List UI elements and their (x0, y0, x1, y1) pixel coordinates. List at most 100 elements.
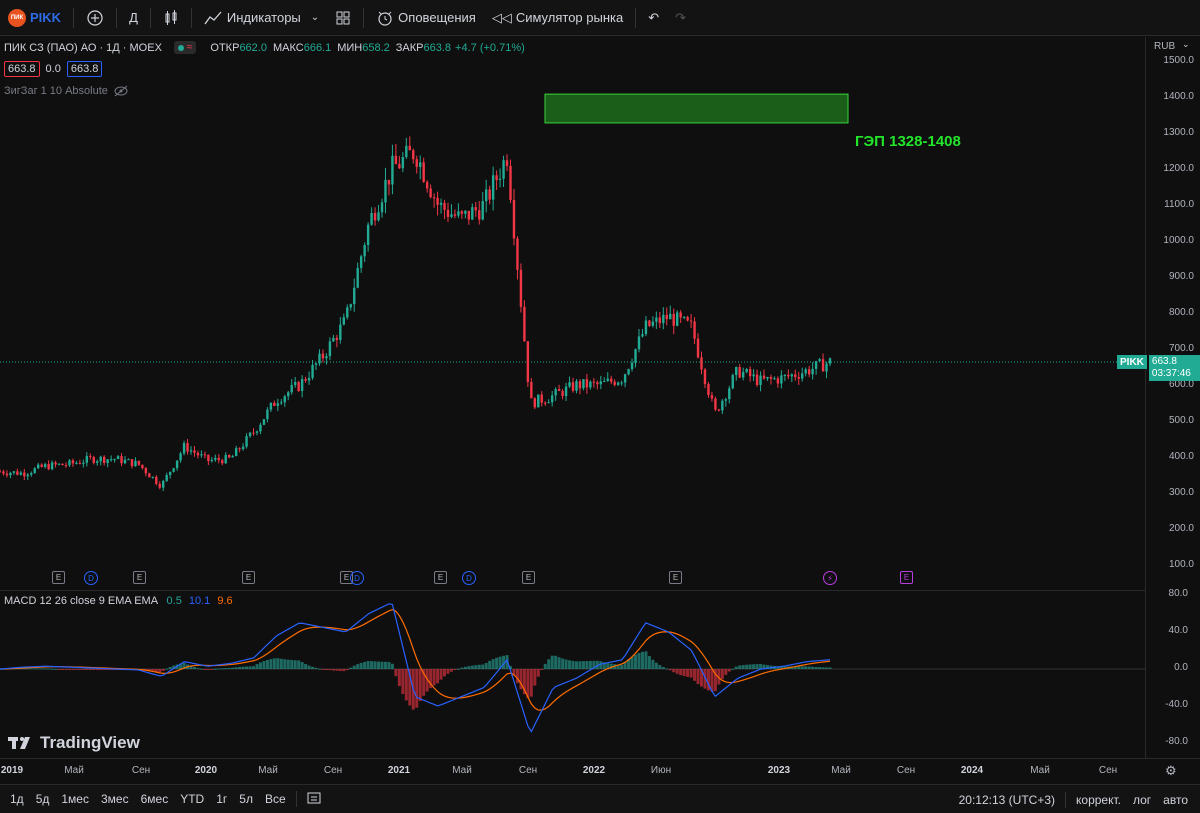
candle-body (214, 457, 217, 460)
macd-hist-bar (467, 666, 471, 669)
auto-toggle[interactable]: авто (1157, 793, 1194, 807)
macd-hist-bar (338, 669, 342, 671)
range-3m[interactable]: 3мес (95, 792, 135, 806)
range-ytd[interactable]: YTD (174, 792, 210, 806)
candle-body (658, 317, 662, 324)
top-toolbar: ПИК PIKK Д Индикаторы ⌄ Оповещения ◁◁ Си… (0, 0, 1200, 36)
candle-body (804, 369, 807, 374)
macd-hist-bar (88, 669, 92, 670)
candle-body (821, 359, 825, 372)
candle-body (759, 375, 762, 385)
candle-body (453, 214, 457, 216)
indicators-button[interactable]: Индикаторы ⌄ (196, 0, 327, 36)
candle-body (582, 379, 585, 389)
currency-label[interactable]: RUB (1154, 41, 1175, 52)
range-5y[interactable]: 5л (233, 792, 259, 806)
candle-body (707, 383, 710, 396)
clock-timezone[interactable]: 20:12:13 (UTC+3) (953, 793, 1061, 807)
macd-hist-bar (356, 664, 360, 669)
dividend-event[interactable]: D (84, 571, 98, 585)
candle-body (384, 179, 387, 203)
macd-hist-bar (390, 663, 394, 669)
buy-button[interactable]: 663.8 (66, 61, 103, 77)
macd-hist-bar (415, 669, 419, 708)
range-1y[interactable]: 1г (210, 792, 233, 806)
range-6m[interactable]: 6мес (135, 792, 175, 806)
indicator-legend[interactable]: ЗигЗаг 1 10 Absolute (4, 85, 128, 97)
time-axis[interactable]: 2019 Май Сен 2020 Май Сен 2021 Май Сен 2022 Июн 202… (0, 758, 1200, 784)
replay-button[interactable]: ◁◁ Симулятор рынка (484, 0, 631, 36)
sell-button[interactable]: 663.8 (4, 61, 40, 77)
dividend-event[interactable]: D (462, 571, 476, 585)
candle-body (189, 450, 193, 452)
range-1m[interactable]: 1мес (55, 792, 95, 806)
bottom-toolbar: 1д 5д 1мес 3мес 6мес YTD 1г 5л Все 20:12… (0, 784, 1200, 813)
macd-hist-bar (585, 661, 589, 669)
macd-legend[interactable]: MACD 12 26 close 9 EMA EMA 0.5 10.1 9.6 (4, 595, 233, 607)
candle-body (422, 162, 425, 182)
earnings-event[interactable]: E (434, 571, 447, 584)
gap-annotation-label[interactable]: ГЭП 1328-1408 (855, 133, 961, 150)
earnings-event[interactable]: E (52, 571, 65, 584)
candle-body (394, 155, 398, 165)
macd-hist-bar (554, 655, 558, 669)
candle-body (106, 459, 109, 464)
interval-button[interactable]: Д (121, 0, 146, 36)
candle-body (637, 336, 641, 350)
candle-body (96, 461, 99, 463)
macd-hist-bar (693, 669, 697, 681)
macd-tick-label: 0.0 (1174, 662, 1188, 673)
candle-body (540, 394, 543, 403)
range-5d[interactable]: 5д (30, 792, 56, 806)
candle-body (311, 364, 314, 378)
chevron-down-icon[interactable]: ⌄ (1182, 39, 1190, 50)
goto-date-button[interactable] (301, 791, 327, 808)
alerts-button[interactable]: Оповещения (368, 0, 484, 36)
chart-type-button[interactable] (155, 0, 187, 36)
upcoming-earnings-event[interactable]: E (900, 571, 913, 584)
candle-body (530, 381, 533, 399)
log-toggle[interactable]: лог (1127, 793, 1157, 807)
price-tick-label: 1100.0 (1164, 199, 1194, 210)
compare-button[interactable] (78, 0, 112, 36)
candle-body (644, 320, 648, 335)
macd-hist-bar (491, 659, 495, 669)
adjust-toggle[interactable]: коррект. (1070, 793, 1127, 807)
candle-body (78, 462, 82, 464)
price-tick-label: 1000.0 (1163, 235, 1194, 246)
layouts-button[interactable] (327, 0, 359, 36)
symbol-search[interactable]: ПИК PIKK (0, 0, 69, 36)
candle-body (228, 455, 231, 458)
macd-hist-bar (352, 665, 356, 669)
candle-body (387, 179, 391, 185)
earnings-event[interactable]: E (522, 571, 535, 584)
macd-pane[interactable]: MACD 12 26 close 9 EMA EMA 0.5 10.1 9.6 … (0, 590, 1145, 758)
macd-hist-bar (550, 655, 554, 669)
tradingview-logo[interactable]: TradingView (8, 733, 140, 753)
price-axis[interactable]: RUB ⌄ 1500.0 1400.0 1300.0 1200.0 1100.0 1000… (1145, 37, 1200, 758)
macd-hist-bar (220, 668, 224, 670)
macd-hist-bar (29, 668, 33, 670)
macd-hist-bar (373, 661, 377, 669)
macd-hist-bar (463, 666, 467, 669)
price-chart[interactable]: ПИК СЗ (ПАО) АО · 1Д · MOEX ≈ ОТКР 662.0 … (0, 37, 1145, 589)
redo-button[interactable]: ↷ (667, 0, 694, 36)
macd-hist-bar (564, 659, 568, 669)
range-all[interactable]: Все (259, 792, 292, 806)
macd-hist-bar (196, 668, 200, 670)
earnings-event[interactable]: E (133, 571, 146, 584)
macd-hist-bar (449, 669, 453, 672)
earnings-event[interactable]: E (242, 571, 255, 584)
candle-body (196, 452, 200, 456)
dividend-event[interactable]: D (350, 571, 364, 585)
split-event[interactable]: ⚡ (823, 571, 837, 585)
settings-gear-icon[interactable]: ⚙ (1165, 763, 1177, 779)
eye-hidden-icon[interactable] (114, 85, 128, 97)
earnings-event[interactable]: E (669, 571, 682, 584)
market-status[interactable]: ≈ (173, 41, 197, 54)
range-1d[interactable]: 1д (4, 792, 30, 806)
candle-body (825, 363, 828, 372)
undo-button[interactable]: ↶ (640, 0, 667, 36)
macd-hist-bar (383, 661, 387, 669)
candle-body (40, 464, 43, 468)
